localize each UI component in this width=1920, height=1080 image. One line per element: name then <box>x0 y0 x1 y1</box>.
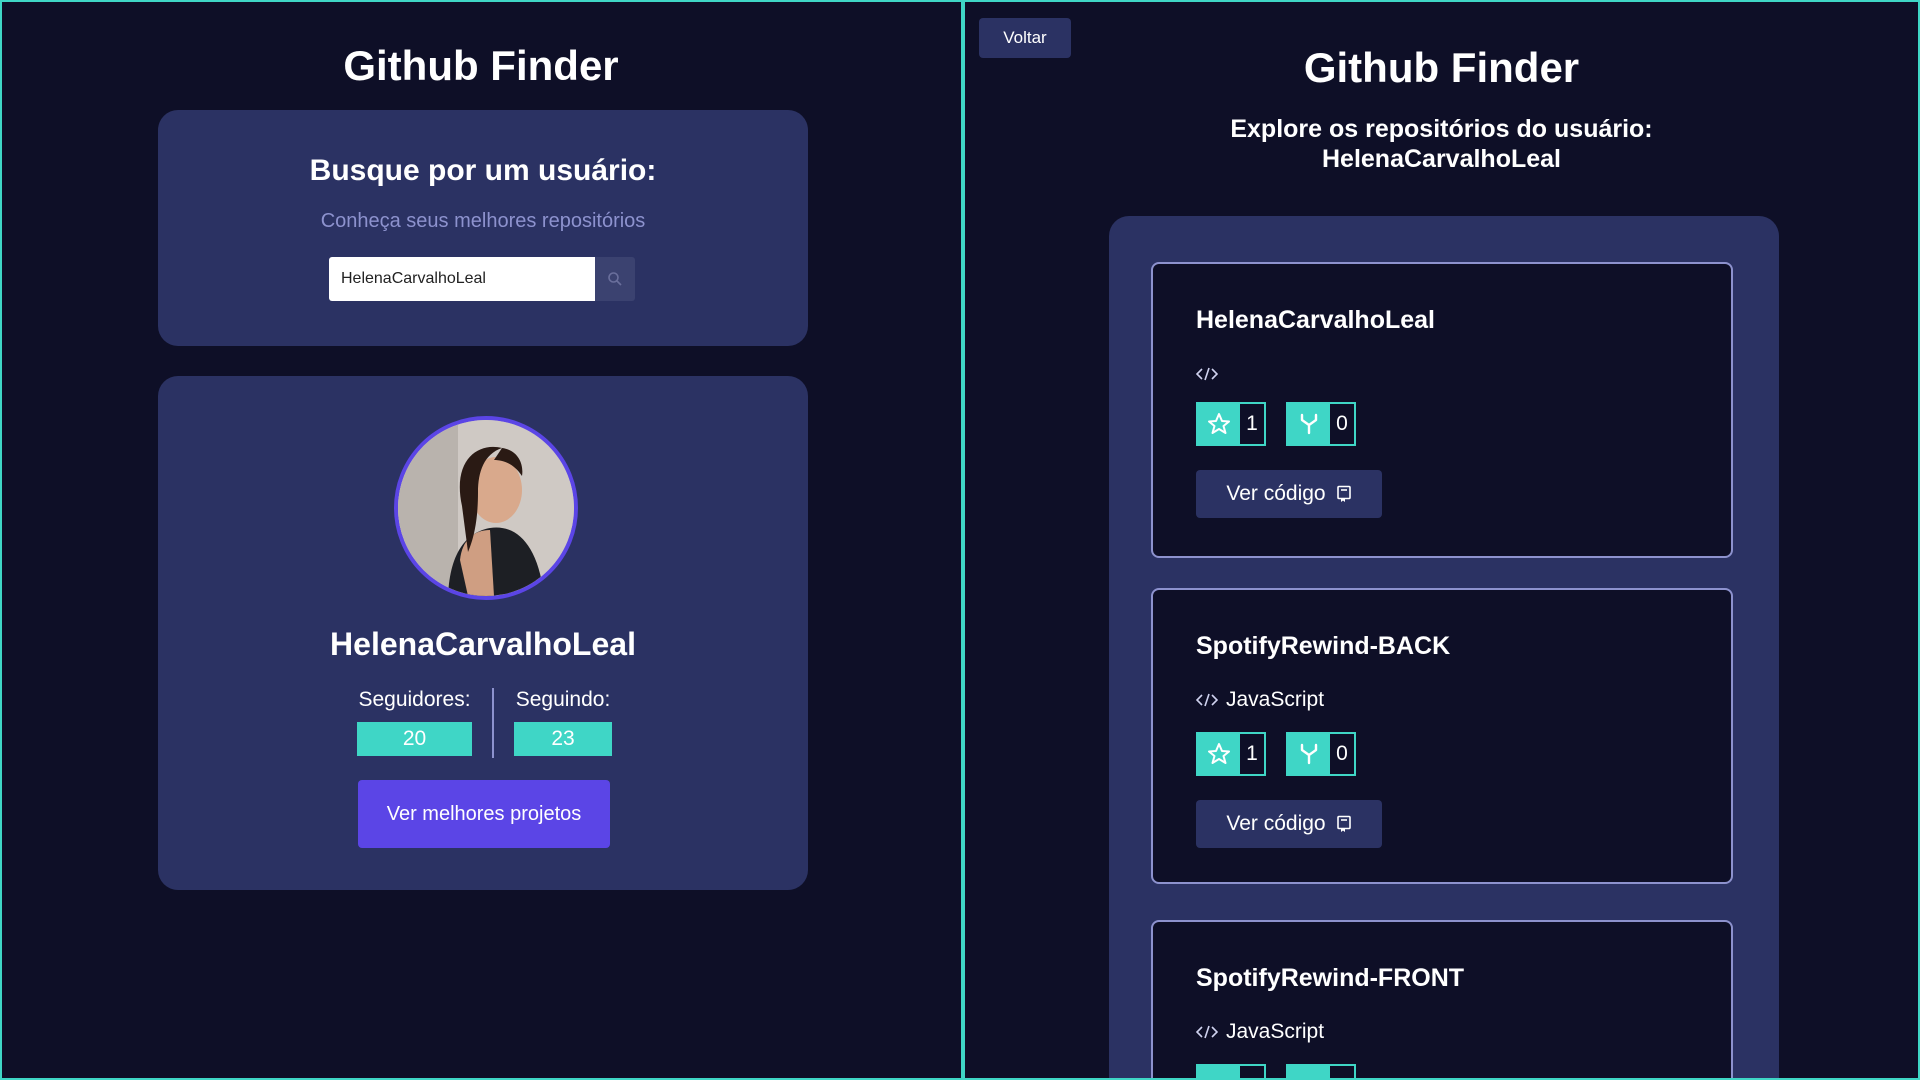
repos-page-title: Github Finder <box>1303 44 1580 91</box>
repo-card: SpotifyRewind-BACK JavaScript 1 0 Ver có… <box>1151 588 1733 884</box>
followers-value: 20 <box>357 722 472 756</box>
repo-language-label: JavaScript <box>1226 1020 1325 1043</box>
search-button[interactable] <box>595 257 635 301</box>
forks-count: 0 <box>1336 742 1348 765</box>
stars-count <box>1240 1066 1264 1078</box>
fork-icon <box>1288 734 1330 774</box>
repo-language-label: JavaScript <box>1226 688 1325 711</box>
explore-heading-line1: Explore os repositórios do usuário: <box>1230 115 1653 143</box>
following-stat: Seguindo: 23 <box>514 688 612 756</box>
following-value: 23 <box>514 722 612 756</box>
explore-heading: Explore os repositórios do usuário: Hele… <box>965 114 1918 174</box>
search-panel: Github Finder Busque por um usuário: Con… <box>2 2 960 1078</box>
code-icon <box>1196 367 1218 381</box>
repo-language <box>1196 362 1226 386</box>
view-best-projects-button[interactable]: Ver melhores projetos <box>358 780 610 848</box>
followers-label: Seguidores: <box>358 688 471 711</box>
star-icon <box>1198 734 1240 774</box>
fork-icon <box>1288 404 1330 444</box>
stats-divider <box>492 688 494 758</box>
view-code-button[interactable]: Ver código <box>1196 800 1382 848</box>
repo-book-icon <box>1336 815 1351 832</box>
repo-book-icon <box>1336 485 1351 502</box>
forks-counter: 0 <box>1286 732 1356 776</box>
star-icon <box>1198 1066 1240 1078</box>
search-heading: Busque por um usuário: <box>309 154 657 187</box>
repos-panel: Voltar Github Finder Explore os repositó… <box>965 2 1918 1078</box>
star-icon <box>1198 404 1240 444</box>
forks-count: 0 <box>1336 412 1348 435</box>
page-title: Github Finder <box>343 42 619 89</box>
repo-card: SpotifyRewind-FRONT JavaScript <box>1151 920 1733 1078</box>
search-subtitle: Conheça seus melhores repositórios <box>320 210 646 232</box>
search-card: Busque por um usuário: Conheça seus melh… <box>158 110 808 346</box>
repo-name: SpotifyRewind-BACK <box>1196 632 1451 660</box>
repo-list: HelenaCarvalhoLeal 1 0 Ver código Spotif… <box>1109 216 1779 1078</box>
repo-name: SpotifyRewind-FRONT <box>1196 964 1465 992</box>
followers-stat: Seguidores: 20 <box>357 688 472 756</box>
repo-counters: 1 0 <box>1196 732 1376 776</box>
fork-icon <box>1288 1066 1330 1078</box>
repo-card: HelenaCarvalhoLeal 1 0 Ver código <box>1151 262 1733 558</box>
stars-counter: 1 <box>1196 402 1266 446</box>
explore-heading-username: HelenaCarvalhoLeal <box>1322 145 1561 173</box>
stars-counter: 1 <box>1196 732 1266 776</box>
code-icon <box>1196 1025 1218 1039</box>
repo-counters: 1 0 <box>1196 402 1376 446</box>
stars-count: 1 <box>1246 742 1258 765</box>
search-icon <box>608 272 622 286</box>
view-code-label: Ver código <box>1226 812 1326 835</box>
forks-counter: 0 <box>1286 402 1356 446</box>
repo-language: JavaScript <box>1196 688 1324 712</box>
repo-name: HelenaCarvalhoLeal <box>1196 306 1435 334</box>
view-code-label: Ver código <box>1226 482 1326 505</box>
profile-name: HelenaCarvalhoLeal <box>330 626 636 662</box>
repo-counters <box>1196 1064 1376 1078</box>
code-icon <box>1196 693 1218 707</box>
forks-counter <box>1286 1064 1356 1078</box>
stars-count: 1 <box>1246 412 1258 435</box>
view-code-button[interactable]: Ver código <box>1196 470 1382 518</box>
profile-card: HelenaCarvalhoLeal Seguidores: 20 Seguin… <box>158 376 808 890</box>
repo-language: JavaScript <box>1196 1020 1324 1044</box>
forks-count <box>1330 1066 1354 1078</box>
search-input[interactable] <box>329 257 595 301</box>
avatar <box>394 416 578 600</box>
stars-counter <box>1196 1064 1266 1078</box>
following-label: Seguindo: <box>515 688 611 711</box>
